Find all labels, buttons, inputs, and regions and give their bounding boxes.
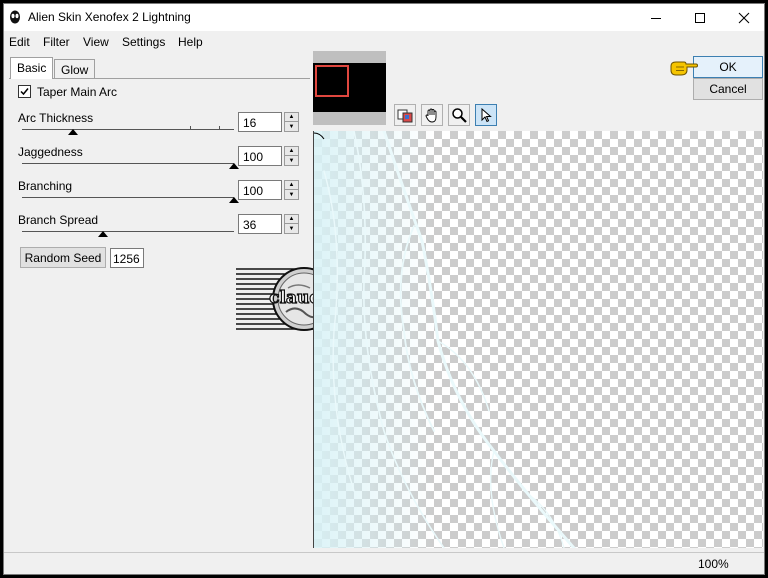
cancel-button[interactable]: Cancel	[693, 78, 763, 100]
spin-up-icon[interactable]: ▲	[285, 147, 298, 156]
minimize-button[interactable]	[634, 4, 678, 31]
preview-mode-icon	[397, 109, 413, 123]
hand-tool-button[interactable]	[421, 104, 443, 126]
branching-spinner[interactable]: ▲ ▼	[284, 180, 299, 200]
close-icon	[738, 12, 750, 23]
ok-button[interactable]: OK	[693, 56, 763, 78]
jaggedness-input[interactable]: 100	[238, 146, 282, 166]
menu-filter[interactable]: Filter	[43, 35, 70, 49]
jaggedness-track[interactable]	[22, 163, 234, 164]
branch-spread-label: Branch Spread	[18, 213, 99, 227]
taper-main-arc-label: Taper Main Arc	[37, 85, 118, 99]
branching-input[interactable]: 100	[238, 180, 282, 200]
zoom-tool-button[interactable]	[448, 104, 470, 126]
jaggedness-spinner[interactable]: ▲ ▼	[284, 146, 299, 166]
menu-bar: Edit Filter View Settings Help	[4, 32, 764, 52]
spin-down-icon[interactable]: ▼	[285, 190, 298, 199]
spin-down-icon[interactable]: ▼	[285, 122, 298, 131]
tab-glow[interactable]: Glow	[54, 59, 96, 79]
arc-thickness-tick	[190, 126, 191, 129]
preview-canvas[interactable]	[313, 131, 763, 548]
branch-spread-thumb[interactable]	[97, 231, 108, 237]
pointer-tool-icon	[481, 107, 492, 123]
navigator-view-rect[interactable]	[315, 65, 349, 97]
spin-up-icon[interactable]: ▲	[285, 181, 298, 190]
branch-spread-track[interactable]	[22, 231, 234, 232]
status-bar: 100%	[4, 552, 764, 574]
arc-thickness-track[interactable]	[22, 129, 234, 130]
menu-view[interactable]: View	[83, 35, 109, 49]
pointer-tool-button[interactable]	[475, 104, 497, 126]
pointing-hand-icon	[670, 61, 698, 76]
arc-thickness-tick	[219, 126, 220, 129]
screenshot-frame: Alien Skin Xenofex 2 Lightning Edit Filt…	[0, 0, 768, 578]
arc-thickness-spinner[interactable]: ▲ ▼	[284, 112, 299, 132]
minimize-icon	[651, 17, 661, 19]
arc-thickness-thumb[interactable]	[67, 129, 78, 135]
title-bar: Alien Skin Xenofex 2 Lightning	[4, 4, 764, 31]
maximize-icon	[695, 12, 705, 23]
zoom-level: 100%	[698, 557, 729, 571]
checkmark-icon	[20, 88, 29, 96]
spin-up-icon[interactable]: ▲	[285, 113, 298, 122]
branch-spread-spinner[interactable]: ▲ ▼	[284, 214, 299, 234]
spin-up-icon[interactable]: ▲	[285, 215, 298, 224]
lightning-preview	[314, 131, 576, 548]
spin-down-icon[interactable]: ▼	[285, 156, 298, 165]
random-seed-input[interactable]: 1256	[110, 248, 144, 268]
tab-basic[interactable]: Basic	[10, 57, 54, 79]
branching-track[interactable]	[22, 197, 234, 198]
window-title: Alien Skin Xenofex 2 Lightning	[28, 10, 191, 24]
jaggedness-label: Jaggedness	[18, 145, 83, 159]
taper-main-arc-checkbox[interactable]	[18, 85, 31, 98]
arc-thickness-input[interactable]: 16	[238, 112, 282, 132]
plugin-window: Alien Skin Xenofex 2 Lightning Edit Filt…	[3, 3, 765, 575]
menu-edit[interactable]: Edit	[9, 35, 30, 49]
app-icon	[10, 10, 20, 24]
zoom-tool-icon	[452, 108, 467, 123]
maximize-button[interactable]	[678, 4, 722, 31]
branching-label: Branching	[18, 179, 73, 193]
branch-spread-input[interactable]: 36	[238, 214, 282, 234]
spin-down-icon[interactable]: ▼	[285, 224, 298, 233]
close-button[interactable]	[722, 4, 764, 31]
tab-panel-divider	[9, 78, 310, 79]
hand-tool-icon	[425, 108, 437, 123]
arc-thickness-label: Arc Thickness	[18, 111, 94, 125]
random-seed-button[interactable]: Random Seed	[20, 247, 106, 268]
preview-navigator[interactable]	[313, 51, 386, 125]
menu-settings[interactable]: Settings	[122, 35, 165, 49]
menu-help[interactable]: Help	[178, 35, 203, 49]
preview-mode-button[interactable]	[394, 104, 416, 126]
